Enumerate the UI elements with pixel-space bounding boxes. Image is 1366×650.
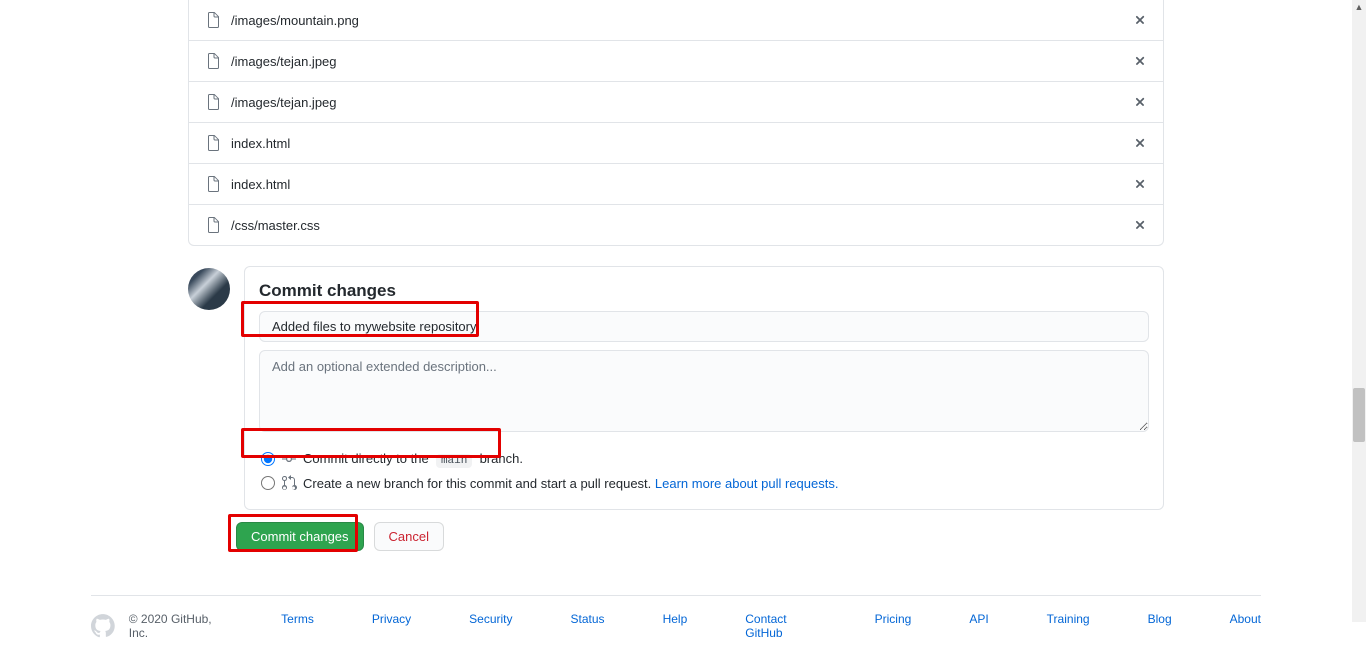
option-newbranch-text: Create a new branch for this commit and …	[303, 476, 651, 491]
footer-link[interactable]: Security	[469, 612, 512, 640]
github-logo-icon[interactable]	[91, 614, 115, 638]
scrollbar[interactable]: ▲	[1352, 0, 1366, 622]
commit-box: Commit changes Commit directly to the ma…	[244, 266, 1164, 510]
file-name: /css/master.css	[231, 218, 1133, 233]
footer-link[interactable]: API	[969, 612, 988, 640]
radio-newbranch[interactable]	[261, 476, 275, 490]
file-list: /images/mountain.png /images/tejan.jpeg …	[188, 0, 1164, 246]
close-icon[interactable]	[1133, 95, 1147, 109]
footer-copyright: © 2020 GitHub, Inc.	[129, 612, 233, 640]
commit-button[interactable]: Commit changes	[236, 522, 364, 551]
file-row: /css/master.css	[189, 204, 1163, 245]
file-icon	[205, 217, 221, 233]
close-icon[interactable]	[1133, 13, 1147, 27]
git-commit-icon	[281, 451, 297, 467]
branch-badge: main	[436, 454, 472, 468]
footer-link[interactable]: Terms	[281, 612, 314, 640]
option-direct-prefix: Commit directly to the	[303, 451, 429, 466]
footer-link[interactable]: Pricing	[875, 612, 912, 640]
file-row: /images/tejan.jpeg	[189, 81, 1163, 122]
close-icon[interactable]	[1133, 177, 1147, 191]
close-icon[interactable]	[1133, 54, 1147, 68]
scrollbar-thumb[interactable]	[1353, 388, 1365, 442]
close-icon[interactable]	[1133, 218, 1147, 232]
file-name: index.html	[231, 136, 1133, 151]
footer-link[interactable]: Training	[1047, 612, 1090, 640]
file-row: /images/tejan.jpeg	[189, 40, 1163, 81]
cancel-button[interactable]: Cancel	[374, 522, 444, 551]
footer-link[interactable]: Status	[571, 612, 605, 640]
file-row: index.html	[189, 163, 1163, 204]
footer-link[interactable]: Blog	[1148, 612, 1172, 640]
footer-link[interactable]: Contact GitHub	[745, 612, 816, 640]
footer-link[interactable]: Help	[663, 612, 688, 640]
option-direct-suffix: branch.	[480, 451, 523, 466]
file-row: index.html	[189, 122, 1163, 163]
file-icon	[205, 53, 221, 69]
scroll-up-icon[interactable]: ▲	[1352, 0, 1366, 14]
file-name: index.html	[231, 177, 1133, 192]
radio-direct[interactable]	[261, 452, 275, 466]
file-row: /images/mountain.png	[189, 0, 1163, 40]
git-pull-request-icon	[281, 475, 297, 491]
learn-more-link[interactable]: Learn more about pull requests.	[655, 476, 839, 491]
close-icon[interactable]	[1133, 136, 1147, 150]
footer-link[interactable]: About	[1230, 612, 1261, 640]
commit-option-newbranch[interactable]: Create a new branch for this commit and …	[259, 471, 1149, 495]
file-name: /images/tejan.jpeg	[231, 54, 1133, 69]
file-icon	[205, 12, 221, 28]
file-icon	[205, 135, 221, 151]
file-icon	[205, 176, 221, 192]
footer: © 2020 GitHub, Inc. Terms Privacy Security…	[91, 612, 1261, 650]
commit-heading: Commit changes	[259, 281, 1149, 301]
file-name: /images/mountain.png	[231, 13, 1133, 28]
file-name: /images/tejan.jpeg	[231, 95, 1133, 110]
file-icon	[205, 94, 221, 110]
footer-link[interactable]: Privacy	[372, 612, 411, 640]
commit-description-input[interactable]	[259, 350, 1149, 432]
footer-links: Terms Privacy Security Status Help Contact Gi…	[281, 612, 1261, 640]
avatar[interactable]	[188, 268, 230, 310]
commit-summary-input[interactable]	[259, 311, 1149, 342]
commit-option-direct[interactable]: Commit directly to the main branch.	[259, 447, 1149, 471]
